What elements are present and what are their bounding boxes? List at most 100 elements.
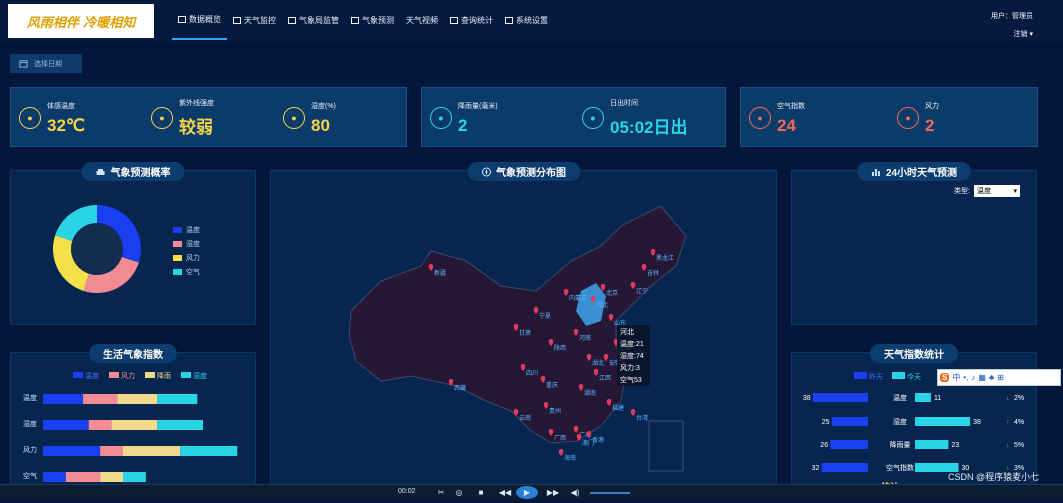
- ime-toolbar[interactable]: S 中 •, ♪ ▦ ♣ ⊞: [937, 369, 1061, 386]
- bar-segment[interactable]: [157, 420, 203, 430]
- map-pin[interactable]: [558, 449, 564, 456]
- bar-segment[interactable]: [100, 446, 123, 456]
- ime-mode[interactable]: 中: [952, 372, 960, 383]
- bar-segment[interactable]: [43, 394, 83, 404]
- province-label: 湖北: [592, 359, 604, 367]
- bar-segment[interactable]: [123, 446, 181, 456]
- bar-segment[interactable]: [43, 420, 89, 430]
- bar-yesterday[interactable]: [830, 440, 868, 449]
- date-picker-label: 选择日期: [34, 60, 62, 68]
- pie-center: [71, 223, 123, 275]
- nav-item-3[interactable]: 气象预测: [345, 0, 400, 40]
- bar-yesterday[interactable]: [831, 417, 868, 426]
- kpi-item: ● 日出时间 05:02日出: [582, 88, 687, 148]
- forward-button[interactable]: ▶▶: [544, 486, 562, 499]
- legend-label: 风力: [121, 371, 135, 380]
- bar-segment[interactable]: [100, 472, 123, 482]
- bar-segment[interactable]: [180, 446, 238, 456]
- bar-yesterday[interactable]: [812, 393, 868, 402]
- scale-icon: ●: [582, 107, 604, 129]
- bank-icon: [288, 16, 296, 24]
- bar-segment[interactable]: [123, 472, 146, 482]
- bar-segment[interactable]: [111, 420, 158, 430]
- stop-button[interactable]: ■: [474, 486, 488, 499]
- value-label: 38: [973, 419, 981, 426]
- date-picker-button[interactable]: 选择日期: [10, 54, 82, 73]
- legend-label: 湿度: [193, 371, 207, 380]
- type-label: 类型:: [954, 188, 970, 195]
- main-nav: 数据概览 天气监控 气象局监管 气象预测 天气视频 查询统计 系统设置: [172, 0, 554, 42]
- nav-item-4[interactable]: 天气视频: [400, 0, 444, 40]
- legend-swatch: [892, 372, 905, 379]
- category-label: 温度: [23, 393, 37, 402]
- play-button[interactable]: ▶: [516, 486, 538, 499]
- bar-today[interactable]: [915, 440, 949, 449]
- truck-icon: [233, 16, 241, 24]
- legend-item[interactable]: 温度: [173, 225, 200, 235]
- car-icon: ●: [19, 107, 41, 129]
- legend-item[interactable]: 风力: [173, 253, 200, 263]
- legend-item[interactable]: 湿度: [173, 239, 200, 249]
- sogou-logo-icon: S: [940, 373, 950, 382]
- province-label: 甘肃: [519, 329, 531, 337]
- map-pin[interactable]: [630, 409, 636, 416]
- kpi-item: ● 空气指数 24: [749, 88, 805, 148]
- nav-item-6[interactable]: 系统设置: [499, 0, 554, 40]
- volume-icon[interactable]: ◀): [568, 486, 582, 499]
- bar-today[interactable]: [915, 393, 931, 402]
- province-label: 内蒙古: [569, 294, 587, 302]
- nav-item-1[interactable]: 天气监控: [227, 0, 282, 40]
- rewind-button[interactable]: ◀◀: [496, 486, 514, 499]
- bar-segment[interactable]: [88, 420, 112, 430]
- china-map[interactable]: 新疆西藏甘肃宁夏内蒙古陕西四川重庆贵州云南广西广东海南湖南湖北河南河北北京山东江…: [271, 171, 778, 486]
- province-label: 重庆: [546, 381, 558, 389]
- volume-slider[interactable]: [590, 492, 630, 494]
- pie-legend: 温度 湿度 风力 空气: [173, 225, 200, 281]
- hourly-forecast-panel: 24小时天气预测 类型: 温度 ▾: [791, 162, 1037, 325]
- province-label: 湖南: [584, 389, 596, 397]
- bar-today[interactable]: [915, 417, 971, 426]
- nav-item-2[interactable]: 气象局监管: [282, 0, 345, 40]
- caret-down-icon: ▾: [1029, 31, 1033, 38]
- kpi-card-climate: ● 体感温度 32℃ ● 紫外线强度 较弱 ● 湿度(%) 80: [10, 87, 407, 147]
- chart-box-icon: [351, 16, 359, 24]
- nav-item-5[interactable]: 查询统计: [444, 0, 499, 40]
- change-value: 2%: [1014, 395, 1024, 402]
- record-icon[interactable]: ◎: [452, 486, 466, 499]
- province-label: 新疆: [434, 269, 446, 277]
- kpi-card-rain: ● 降雨量(毫米) 2 ● 日出时间 05:02日出: [421, 87, 726, 147]
- province-label: 河南: [579, 334, 591, 342]
- province-label: 海南: [564, 454, 576, 462]
- logout-button[interactable]: 注销 ▾: [991, 26, 1033, 44]
- change-value: 5%: [1014, 442, 1024, 449]
- punctuation-icon[interactable]: •,: [963, 373, 968, 382]
- shirt-icon[interactable]: ♣: [989, 373, 994, 382]
- legend-item[interactable]: 空气: [173, 267, 200, 277]
- province-label: 宁夏: [539, 312, 551, 320]
- bar-segment[interactable]: [117, 394, 158, 404]
- watermark: CSDN @程序猿麦小七: [948, 472, 1040, 482]
- bar-segment[interactable]: [83, 394, 118, 404]
- bar-segment[interactable]: [157, 394, 198, 404]
- type-select[interactable]: 温度 ▾: [974, 185, 1020, 197]
- tools-icon[interactable]: ⊞: [997, 373, 1004, 382]
- bar-segment[interactable]: [43, 472, 66, 482]
- clock-icon: ●: [283, 107, 305, 129]
- mic-icon[interactable]: ♪: [971, 373, 975, 382]
- nav-label: 气象局监管: [299, 15, 339, 25]
- upload-icon: ●: [151, 107, 173, 129]
- bar-yesterday[interactable]: [821, 463, 868, 472]
- bar-segment[interactable]: [65, 472, 101, 482]
- arrow-up-icon: ↑: [1006, 419, 1010, 426]
- kpi-value: 较弱: [179, 118, 213, 137]
- nav-label: 天气监控: [244, 15, 276, 25]
- bar-chart-icon: [871, 168, 880, 176]
- province-label: 台湾: [636, 414, 648, 422]
- keyboard-icon[interactable]: ▦: [978, 373, 986, 382]
- scissors-icon[interactable]: ✂: [434, 486, 448, 499]
- nav-item-0[interactable]: 数据概览: [172, 0, 227, 40]
- kpi-value: 32℃: [47, 115, 86, 135]
- bar-segment[interactable]: [43, 446, 101, 456]
- nav-label: 气象预测: [362, 15, 394, 25]
- kpi-item: ● 体感温度 32℃: [19, 88, 85, 148]
